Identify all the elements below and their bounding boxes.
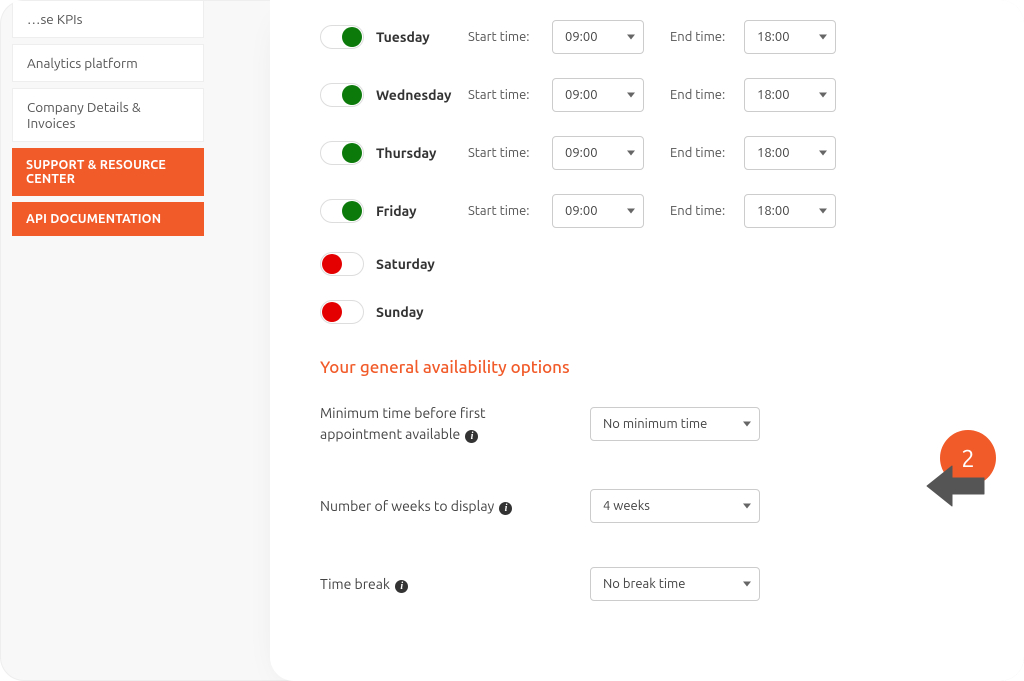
sidebar: …se KPIs Analytics platform Company Deta… [12, 0, 204, 236]
start-time-label: Start time: [468, 30, 542, 44]
chevron-down-icon [743, 582, 751, 587]
end-time-select-wednesday[interactable]: 18:00 [744, 78, 836, 112]
toggle-friday[interactable] [320, 199, 364, 223]
option-label: Time break [320, 576, 390, 592]
sidebar-item-support[interactable]: SUPPORT & RESOURCE CENTER [12, 148, 204, 196]
day-label: Wednesday [376, 87, 456, 103]
weeks-select[interactable]: 4 weeks [590, 489, 760, 523]
sidebar-item-analytics[interactable]: Analytics platform [12, 44, 204, 82]
end-time-label: End time: [670, 146, 734, 160]
app-viewport: …se KPIs Analytics platform Company Deta… [0, 0, 1024, 681]
day-row-tuesday: Tuesday Start time: 09:00 End time: 18:0… [320, 20, 984, 54]
toggle-sunday[interactable] [320, 300, 364, 324]
option-label: Minimum time before first appointment av… [320, 405, 486, 442]
chevron-down-icon [627, 93, 635, 98]
end-time-select-thursday[interactable]: 18:00 [744, 136, 836, 170]
end-time-label: End time: [670, 204, 734, 218]
option-label: Number of weeks to display [320, 498, 494, 514]
section-title: Your general availability options [320, 358, 984, 377]
main-panel: Tuesday Start time: 09:00 End time: 18:0… [270, 0, 1024, 681]
info-icon[interactable] [395, 580, 408, 593]
info-icon[interactable] [499, 502, 512, 515]
toggle-thursday[interactable] [320, 141, 364, 165]
sidebar-item-company-details[interactable]: Company Details & Invoices [12, 88, 204, 142]
end-time-label: End time: [670, 30, 734, 44]
option-min-time: Minimum time before first appointment av… [320, 403, 984, 445]
chevron-down-icon [819, 93, 827, 98]
day-row-friday: Friday Start time: 09:00 End time: 18:00 [320, 194, 984, 228]
day-label: Tuesday [376, 29, 456, 45]
start-time-select-friday[interactable]: 09:00 [552, 194, 644, 228]
day-row-wednesday: Wednesday Start time: 09:00 End time: 18… [320, 78, 984, 112]
option-weeks: Number of weeks to display 4 weeks [320, 489, 984, 523]
toggle-saturday[interactable] [320, 252, 364, 276]
option-break: Time break No break time [320, 567, 984, 601]
chevron-down-icon [627, 209, 635, 214]
toggle-tuesday[interactable] [320, 25, 364, 49]
start-time-label: Start time: [468, 204, 542, 218]
chevron-down-icon [819, 151, 827, 156]
chevron-down-icon [819, 209, 827, 214]
day-row-thursday: Thursday Start time: 09:00 End time: 18:… [320, 136, 984, 170]
day-row-sunday: Sunday [320, 300, 984, 324]
start-time-label: Start time: [468, 88, 542, 102]
day-label: Thursday [376, 145, 456, 161]
chevron-down-icon [743, 422, 751, 427]
day-label: Sunday [376, 304, 456, 320]
start-time-label: Start time: [468, 146, 542, 160]
day-row-saturday: Saturday [320, 252, 984, 276]
chevron-down-icon [627, 35, 635, 40]
sidebar-item-kpis[interactable]: …se KPIs [12, 0, 204, 38]
chevron-down-icon [819, 35, 827, 40]
break-select[interactable]: No break time [590, 567, 760, 601]
chevron-down-icon [743, 504, 751, 509]
toggle-wednesday[interactable] [320, 83, 364, 107]
start-time-select-wednesday[interactable]: 09:00 [552, 78, 644, 112]
info-icon[interactable] [465, 430, 478, 443]
chevron-down-icon [627, 151, 635, 156]
day-label: Friday [376, 203, 456, 219]
annotation-step-2: 2 [922, 430, 996, 486]
end-time-select-tuesday[interactable]: 18:00 [744, 20, 836, 54]
start-time-select-tuesday[interactable]: 09:00 [552, 20, 644, 54]
sidebar-item-api-docs[interactable]: API DOCUMENTATION [12, 202, 204, 236]
min-time-select[interactable]: No minimum time [590, 407, 760, 441]
end-time-label: End time: [670, 88, 734, 102]
day-label: Saturday [376, 256, 456, 272]
end-time-select-friday[interactable]: 18:00 [744, 194, 836, 228]
start-time-select-thursday[interactable]: 09:00 [552, 136, 644, 170]
